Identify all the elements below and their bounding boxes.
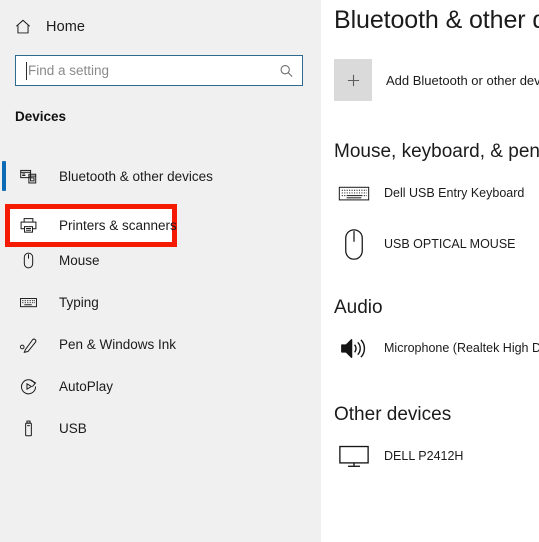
text-caret	[26, 62, 27, 80]
device-row-microphone[interactable]: Microphone (Realtek High Definition Audi…	[334, 331, 539, 365]
sidebar-item-usb[interactable]: USB	[0, 407, 321, 449]
home-icon	[14, 18, 32, 36]
bluetooth-devices-icon	[18, 166, 38, 186]
sidebar-item-bluetooth-other-devices[interactable]: Bluetooth & other devices	[0, 155, 321, 197]
autoplay-icon	[18, 376, 38, 396]
settings-content-pane: Bluetooth & other devices Add Bluetooth …	[321, 0, 539, 542]
pen-icon	[18, 334, 38, 354]
add-device-button[interactable]: Add Bluetooth or other devices	[334, 59, 539, 101]
sidebar-nav-list: Bluetooth & other devices Printers & sca…	[0, 155, 321, 449]
plus-icon	[334, 59, 372, 101]
device-row-keyboard[interactable]: Dell USB Entry Keyboard	[334, 176, 539, 210]
sidebar-item-label: USB	[59, 420, 87, 436]
device-row-monitor[interactable]: DELL P2412H	[334, 439, 539, 473]
home-nav-button[interactable]: Home	[14, 13, 85, 41]
device-label: Microphone (Realtek High Definition Audi…	[384, 341, 539, 355]
sidebar-item-autoplay[interactable]: AutoPlay	[0, 365, 321, 407]
page-title: Bluetooth & other devices	[334, 6, 539, 34]
speaker-icon	[334, 336, 374, 361]
sidebar-item-label: AutoPlay	[59, 378, 114, 394]
search-icon[interactable]	[279, 63, 294, 78]
settings-sidebar: Home Devices	[0, 0, 321, 542]
keyboard-icon	[334, 183, 374, 204]
sidebar-item-typing[interactable]: Typing	[0, 281, 321, 323]
device-label: DELL P2412H	[384, 449, 464, 463]
home-label: Home	[46, 19, 86, 35]
sidebar-item-label: Typing	[59, 294, 99, 310]
sidebar-item-label: Printers & scanners	[59, 218, 177, 233]
keyboard-icon	[18, 292, 38, 312]
sidebar-item-printers-scanners-highlighted[interactable]: Printers & scanners	[0, 204, 177, 247]
group-title-mouse-keyboard-pen: Mouse, keyboard, & pen	[334, 141, 539, 162]
sidebar-item-pen-windows-ink[interactable]: Pen & Windows Ink	[0, 323, 321, 365]
device-label: USB OPTICAL MOUSE	[384, 237, 516, 251]
group-title-audio: Audio	[334, 297, 383, 318]
printer-icon	[18, 216, 38, 236]
mouse-icon	[18, 250, 38, 270]
settings-window: Home Devices	[0, 0, 539, 542]
sidebar-item-label: Bluetooth & other devices	[59, 168, 213, 184]
add-device-label: Add Bluetooth or other devices	[386, 72, 539, 88]
usb-icon	[18, 418, 38, 438]
sidebar-item-label: Mouse	[59, 252, 100, 268]
monitor-icon	[334, 444, 374, 469]
search-box[interactable]	[15, 55, 303, 86]
mouse-icon	[334, 228, 374, 261]
device-row-mouse[interactable]: USB OPTICAL MOUSE	[334, 227, 539, 261]
group-title-other-devices: Other devices	[334, 404, 452, 425]
device-label: Dell USB Entry Keyboard	[384, 186, 525, 200]
sidebar-section-header: Devices	[15, 109, 67, 124]
sidebar-item-label: Pen & Windows Ink	[59, 336, 177, 352]
search-input[interactable]	[16, 56, 302, 85]
